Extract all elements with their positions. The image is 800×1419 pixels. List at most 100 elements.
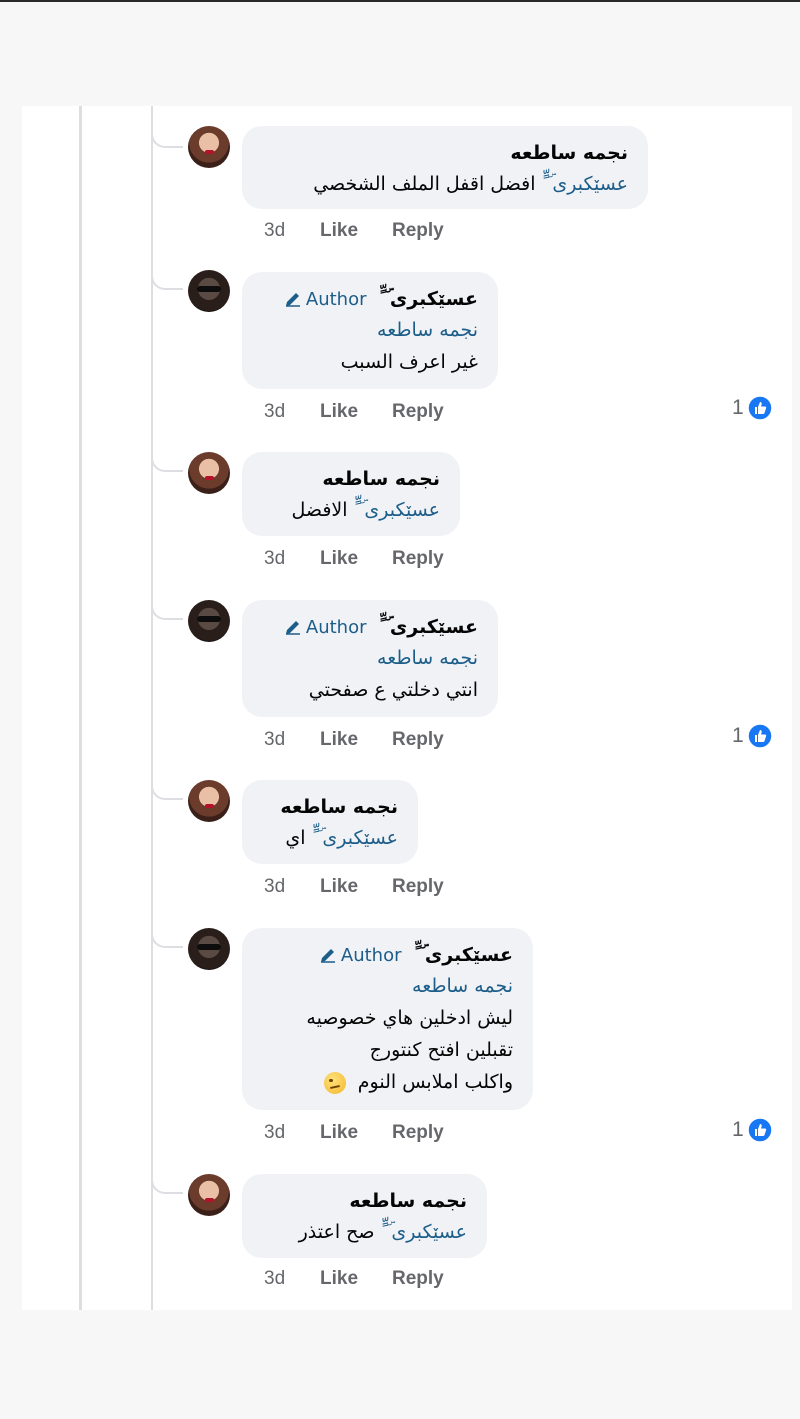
like-button[interactable]: Like bbox=[320, 729, 392, 751]
author-badge: Author bbox=[319, 945, 402, 966]
top-divider bbox=[0, 0, 800, 2]
avatar[interactable] bbox=[188, 452, 230, 494]
avatar[interactable] bbox=[188, 600, 230, 642]
reaction-number: 1 bbox=[732, 724, 744, 747]
reply-button[interactable]: Reply bbox=[392, 1268, 444, 1290]
mention-link[interactable]: عسێکبری ۜ ٍّ bbox=[312, 827, 398, 849]
avatar-detail bbox=[205, 476, 214, 480]
mention-link[interactable]: عسێکبری ۜ ٍّ bbox=[542, 173, 628, 195]
comment-actions: 3d Like Reply bbox=[264, 1268, 444, 1290]
comment-body-line: واكلب املابس النوم bbox=[264, 1066, 513, 1098]
thumbs-up-icon bbox=[746, 395, 773, 421]
like-button[interactable]: Like bbox=[320, 548, 392, 570]
timestamp[interactable]: 3d bbox=[264, 1268, 320, 1290]
reply-button[interactable]: Reply bbox=[392, 729, 444, 751]
avatar-detail bbox=[205, 1198, 214, 1202]
mention-link[interactable]: نجمه ساطعه bbox=[264, 314, 478, 346]
comment-header: عسێکبری ۜ ٍّ Author bbox=[264, 940, 513, 970]
comment-text: عسێکبری ۜ ٍّ افضل اقفل الملف الشخصي bbox=[264, 168, 628, 200]
comment-header: نجمه ساطعه bbox=[264, 464, 440, 494]
reply-button[interactable]: Reply bbox=[392, 876, 444, 898]
like-button[interactable]: Like bbox=[320, 1122, 392, 1144]
timestamp[interactable]: 3d bbox=[264, 548, 320, 570]
comment-body-line: ليش ادخلين هاي خصوصيه bbox=[306, 1007, 513, 1029]
mention-link[interactable]: عسێکبری ۜ ٍّ bbox=[354, 499, 440, 521]
commenter-name[interactable]: نجمه ساطعه bbox=[510, 138, 628, 168]
comment-bubble: عسێکبری ۜ ٍّ Author نجمه ساطعه غير اعرف … bbox=[242, 272, 498, 389]
comment-bubble: عسێکبری ۜ ٍّ Author نجمه ساطعه انتي دخلت… bbox=[242, 600, 498, 717]
comment-body: صح اعتذر bbox=[298, 1221, 375, 1243]
commenter-name[interactable]: عسێکبری ۜ ٍّ bbox=[379, 284, 478, 314]
comment-header: نجمه ساطعه bbox=[264, 138, 628, 168]
comment-bubble: عسێکبری ۜ ٍّ Author نجمه ساطعه ليش ادخلي… bbox=[242, 928, 533, 1110]
avatar-detail bbox=[205, 804, 214, 808]
author-badge: Author bbox=[284, 617, 367, 638]
timestamp[interactable]: 3d bbox=[264, 220, 320, 242]
thread-rail-outer bbox=[79, 106, 82, 1310]
reply-connector bbox=[151, 596, 183, 620]
reply-connector bbox=[151, 1170, 183, 1194]
commenter-name[interactable]: نجمه ساطعه bbox=[280, 792, 398, 822]
avatar[interactable] bbox=[188, 928, 230, 970]
avatar[interactable] bbox=[188, 1174, 230, 1216]
avatar-detail bbox=[197, 616, 221, 622]
thumbs-up-icon bbox=[746, 1117, 773, 1143]
comment-body: انتي دخلتي ع صفحتي bbox=[308, 679, 478, 701]
comment-body: الافضل bbox=[291, 499, 348, 521]
like-button[interactable]: Like bbox=[320, 1268, 392, 1290]
comment-body: غير اعرف السبب bbox=[340, 351, 478, 373]
comment-body: اي bbox=[285, 827, 306, 849]
comment-text: عسێکبری ۜ ٍّ الافضل bbox=[264, 494, 440, 526]
reply-connector bbox=[151, 924, 183, 948]
comment-actions: 3d Like Reply bbox=[264, 1122, 444, 1144]
reply-button[interactable]: Reply bbox=[392, 548, 444, 570]
timestamp[interactable]: 3d bbox=[264, 876, 320, 898]
reaction-count[interactable]: 1 bbox=[732, 395, 773, 421]
reaction-count[interactable]: 1 bbox=[732, 723, 773, 749]
bottom-spacer bbox=[0, 1310, 800, 1419]
comment-bubble: نجمه ساطعه عسێکبری ۜ ٍّ صح اعتذر bbox=[242, 1174, 487, 1258]
avatar[interactable] bbox=[188, 780, 230, 822]
smirk-emoji-icon bbox=[323, 1071, 346, 1094]
like-button[interactable]: Like bbox=[320, 220, 392, 242]
timestamp[interactable]: 3d bbox=[264, 1122, 320, 1144]
avatar[interactable] bbox=[188, 126, 230, 168]
comment-header: عسێکبری ۜ ٍّ Author bbox=[264, 284, 478, 314]
reaction-number: 1 bbox=[732, 396, 744, 419]
comment-actions: 3d Like Reply bbox=[264, 729, 444, 751]
comment-header: نجمه ساطعه bbox=[264, 1186, 467, 1216]
comment-text: عسێکبری ۜ ٍّ اي bbox=[264, 822, 398, 854]
avatar[interactable] bbox=[188, 270, 230, 312]
commenter-name[interactable]: عسێکبری ۜ ٍّ bbox=[379, 612, 478, 642]
comment-actions: 3d Like Reply bbox=[264, 876, 444, 898]
comment-actions: 3d Like Reply bbox=[264, 220, 444, 242]
timestamp[interactable]: 3d bbox=[264, 729, 320, 751]
comment-actions: 3d Like Reply bbox=[264, 401, 444, 423]
comment-bubble: نجمه ساطعه عسێکبری ۜ ٍّ اي bbox=[242, 780, 418, 864]
mention-link[interactable]: عسێکبری ۜ ٍّ bbox=[381, 1221, 467, 1243]
comment-body-text: واكلب املابس النوم bbox=[357, 1071, 513, 1093]
pencil-icon bbox=[285, 621, 300, 635]
reaction-count[interactable]: 1 bbox=[732, 1117, 773, 1143]
comment-header: عسێکبری ۜ ٍّ Author bbox=[264, 612, 478, 642]
reply-button[interactable]: Reply bbox=[392, 220, 444, 242]
timestamp[interactable]: 3d bbox=[264, 401, 320, 423]
mention-link[interactable]: نجمه ساطعه bbox=[264, 642, 478, 674]
avatar-detail bbox=[197, 286, 221, 292]
reply-button[interactable]: Reply bbox=[392, 1122, 444, 1144]
commenter-name[interactable]: عسێکبری ۜ ٍّ bbox=[414, 940, 513, 970]
comment-body: افضل اقفل الملف الشخصي bbox=[313, 173, 536, 195]
reply-button[interactable]: Reply bbox=[392, 401, 444, 423]
mention-link[interactable]: نجمه ساطعه bbox=[264, 970, 513, 1002]
commenter-name[interactable]: نجمه ساطعه bbox=[322, 464, 440, 494]
reply-connector bbox=[151, 448, 183, 472]
comment-bubble: نجمه ساطعه عسێکبری ۜ ٍّ الافضل bbox=[242, 452, 460, 536]
like-button[interactable]: Like bbox=[320, 876, 392, 898]
comment-header: نجمه ساطعه bbox=[264, 792, 398, 822]
reply-connector bbox=[151, 124, 183, 148]
thread-rail-inner bbox=[151, 106, 153, 1310]
comment-actions: 3d Like Reply bbox=[264, 548, 444, 570]
like-button[interactable]: Like bbox=[320, 401, 392, 423]
commenter-name[interactable]: نجمه ساطعه bbox=[349, 1186, 467, 1216]
reply-connector bbox=[151, 266, 183, 290]
